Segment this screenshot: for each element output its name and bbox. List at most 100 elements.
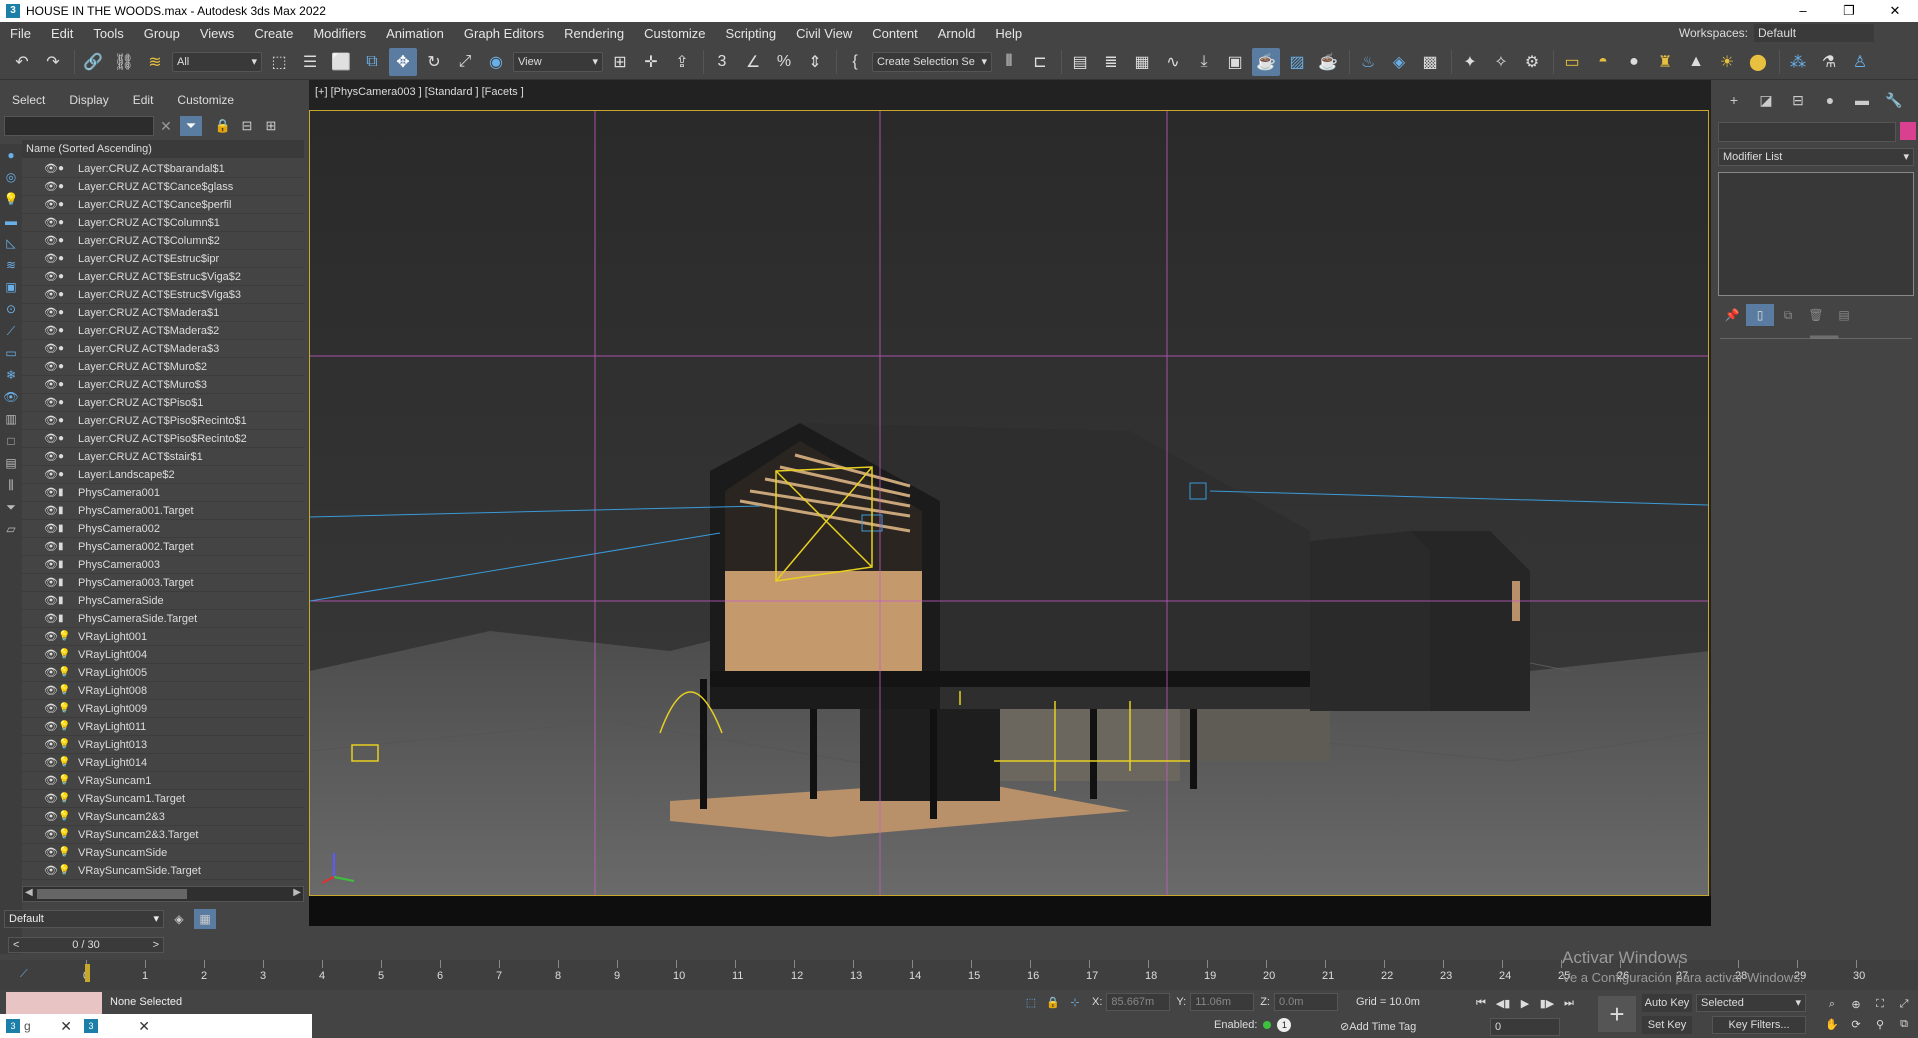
lights-filter-icon[interactable]: 💡 <box>0 188 22 210</box>
visibility-eye-icon[interactable]: 👁 <box>44 612 58 625</box>
filter-combos-icon[interactable]: ⫼ <box>0 474 22 496</box>
vray-fur-icon[interactable]: ⁂ <box>1784 48 1812 76</box>
scene-list-item[interactable]: 👁 💡 VRayLight011 <box>22 718 304 736</box>
menu-modifiers[interactable]: Modifiers <box>303 26 376 41</box>
viewport-label[interactable]: [+] [PhysCamera003 ] [Standard ] [Facets… <box>315 86 524 98</box>
set-keys-icon[interactable]: + <box>1598 996 1636 1032</box>
visibility-eye-icon[interactable]: 👁 <box>44 198 58 211</box>
scene-list-item[interactable]: 👁 ● Layer:CRUZ ACT$Column$1 <box>22 214 304 232</box>
spinner-snap-icon[interactable]: ⇕ <box>801 48 829 76</box>
menu-create[interactable]: Create <box>244 26 303 41</box>
key-filters-button[interactable]: Key Filters... <box>1712 1016 1806 1034</box>
window-crossing-icon[interactable]: ⧉ <box>358 48 386 76</box>
scene-list-item[interactable]: 👁 ▮ PhysCamera001.Target <box>22 502 304 520</box>
workspace-dropdown[interactable]: Default <box>1754 24 1874 42</box>
horizontal-scrollbar[interactable]: ◀ ▶ <box>22 886 304 902</box>
frozen-filter-icon[interactable]: ❄ <box>0 364 22 386</box>
scene-list-item[interactable]: 👁 ▮ PhysCameraSide.Target <box>22 610 304 628</box>
display-none-icon[interactable]: □ <box>0 430 22 452</box>
vray-mesh-light-icon[interactable]: ♜ <box>1651 48 1679 76</box>
visibility-eye-icon[interactable]: 👁 <box>44 180 58 193</box>
modifier-list-dropdown[interactable]: Modifier List ▾ <box>1718 148 1914 166</box>
snaps-toggle-icon[interactable]: 3 <box>708 48 736 76</box>
scene-list-item[interactable]: 👁 💡 VRayLight013 <box>22 736 304 754</box>
modifier-stack[interactable] <box>1718 172 1914 296</box>
scene-list-item[interactable]: 👁 ● Layer:Landscape$2 <box>22 466 304 484</box>
visibility-eye-icon[interactable]: 👁 <box>44 324 58 337</box>
layer-explorer-icon[interactable]: ▦ <box>194 909 216 929</box>
rendered-frame-window-icon[interactable]: ▨ <box>1283 48 1311 76</box>
time-slider-next-icon[interactable]: > <box>153 939 159 951</box>
vray-render-icon[interactable]: ▩ <box>1416 48 1444 76</box>
menu-tools[interactable]: Tools <box>83 26 133 41</box>
close-icon[interactable]: ✕ <box>60 1018 72 1035</box>
make-unique-icon[interactable]: ⧉ <box>1774 304 1802 326</box>
render-setup-icon[interactable]: ☕ <box>1252 47 1280 76</box>
vray-sun-icon[interactable]: ☀ <box>1713 48 1741 76</box>
scene-list-item[interactable]: 👁 ● Layer:CRUZ ACT$Madera$3 <box>22 340 304 358</box>
vray-physical-camera-icon[interactable]: ♙ <box>1846 48 1874 76</box>
named-selection-sets-dropdown[interactable]: Create Selection Se ▾ <box>872 51 992 72</box>
visibility-eye-icon[interactable]: 👁 <box>44 576 58 589</box>
render-teapot-icon[interactable]: ♨ <box>1354 48 1382 76</box>
add-time-tag[interactable]: ⊘ Add Time Tag <box>1340 1020 1416 1034</box>
tab-display[interactable]: Display <box>57 93 120 107</box>
remove-modifier-icon[interactable]: 🗑 <box>1802 304 1830 326</box>
visibility-eye-icon[interactable]: 👁 <box>44 846 58 859</box>
angle-snap-icon[interactable]: ∠ <box>739 48 767 76</box>
layer-dropdown[interactable]: Default ▾ <box>4 910 164 928</box>
visibility-eye-icon[interactable]: 👁 <box>44 702 58 715</box>
scene-list-item[interactable]: 👁 ▮ PhysCamera001 <box>22 484 304 502</box>
visibility-eye-icon[interactable]: 👁 <box>44 216 58 229</box>
visibility-eye-icon[interactable]: 👁 <box>44 252 58 265</box>
scene-list-item[interactable]: 👁 ● Layer:CRUZ ACT$Muro$2 <box>22 358 304 376</box>
close-button[interactable]: ✕ <box>1872 0 1918 22</box>
enabled-count-badge[interactable]: 1 <box>1277 1018 1292 1032</box>
scene-search-input[interactable] <box>5 117 153 135</box>
scene-search-field[interactable] <box>4 116 154 136</box>
object-name-field[interactable] <box>1718 122 1896 142</box>
ribbon-toggle-icon[interactable]: ▦ <box>1128 48 1156 76</box>
modify-tab-icon[interactable]: ◪ <box>1750 88 1782 112</box>
viewport[interactable]: [+] [PhysCamera003 ] [Standard ] [Facets… <box>309 80 1711 926</box>
visibility-eye-icon[interactable]: 👁 <box>44 684 58 697</box>
scene-list-item[interactable]: 👁 ● Layer:CRUZ ACT$Piso$Recinto$1 <box>22 412 304 430</box>
scroll-left-icon[interactable]: ◀ <box>25 887 33 898</box>
visibility-eye-icon[interactable]: 👁 <box>44 378 58 391</box>
scene-list-item[interactable]: 👁 ● Layer:CRUZ ACT$barandal$1 <box>22 160 304 178</box>
scene-list-item[interactable]: 👁 💡 VRaySuncam1.Target <box>22 790 304 808</box>
scene-list-item[interactable]: 👁 ● Layer:CRUZ ACT$Piso$Recinto$2 <box>22 430 304 448</box>
tab-select[interactable]: Select <box>0 93 57 107</box>
object-color-swatch[interactable] <box>1900 122 1916 140</box>
hierarchy-collapse-icon[interactable]: ⊞ <box>260 116 282 136</box>
go-to-start-icon[interactable]: ⏮ <box>1470 994 1492 1012</box>
groups-filter-icon[interactable]: ▣ <box>0 276 22 298</box>
menu-scripting[interactable]: Scripting <box>716 26 787 41</box>
containers-filter-icon[interactable]: ▭ <box>0 342 22 364</box>
set-key-button[interactable]: Set Key <box>1642 1016 1692 1034</box>
vray-light-lister-icon[interactable]: ✦ <box>1456 48 1484 76</box>
visibility-eye-icon[interactable]: 👁 <box>44 270 58 283</box>
visibility-eye-icon[interactable]: 👁 <box>44 594 58 607</box>
scroll-right-icon[interactable]: ▶ <box>293 887 301 898</box>
visibility-eye-icon[interactable]: 👁 <box>44 810 58 823</box>
menu-help[interactable]: Help <box>985 26 1032 41</box>
scene-list-item[interactable]: 👁 ▮ PhysCamera002.Target <box>22 538 304 556</box>
pan-icon[interactable]: ✋ <box>1820 1014 1844 1034</box>
y-coordinate-field[interactable]: 11.06m <box>1190 993 1255 1011</box>
mirror-icon[interactable]: ⫴ <box>995 48 1023 76</box>
menu-views[interactable]: Views <box>190 26 244 41</box>
material-editor-icon[interactable]: ▣ <box>1221 48 1249 76</box>
scene-list-item[interactable]: 👁 ● Layer:CRUZ ACT$Madera$1 <box>22 304 304 322</box>
scene-list-item[interactable]: 👁 ● Layer:CRUZ ACT$Piso$1 <box>22 394 304 412</box>
vray-tools-icon[interactable]: ⚙ <box>1518 48 1546 76</box>
visibility-eye-icon[interactable]: 👁 <box>44 666 58 679</box>
helpers-filter-icon[interactable]: ◺ <box>0 232 22 254</box>
vray-frame-buffer-icon[interactable]: ◈ <box>1385 48 1413 76</box>
taskbar-item[interactable]: 3 ✕ <box>78 1016 156 1036</box>
minimize-button[interactable]: – <box>1780 0 1826 22</box>
visibility-eye-icon[interactable]: 👁 <box>44 468 58 481</box>
menu-edit[interactable]: Edit <box>41 26 83 41</box>
vray-sphere-light-icon[interactable]: ● <box>1620 48 1648 76</box>
pivot-center-icon[interactable]: ⊞ <box>606 48 634 76</box>
